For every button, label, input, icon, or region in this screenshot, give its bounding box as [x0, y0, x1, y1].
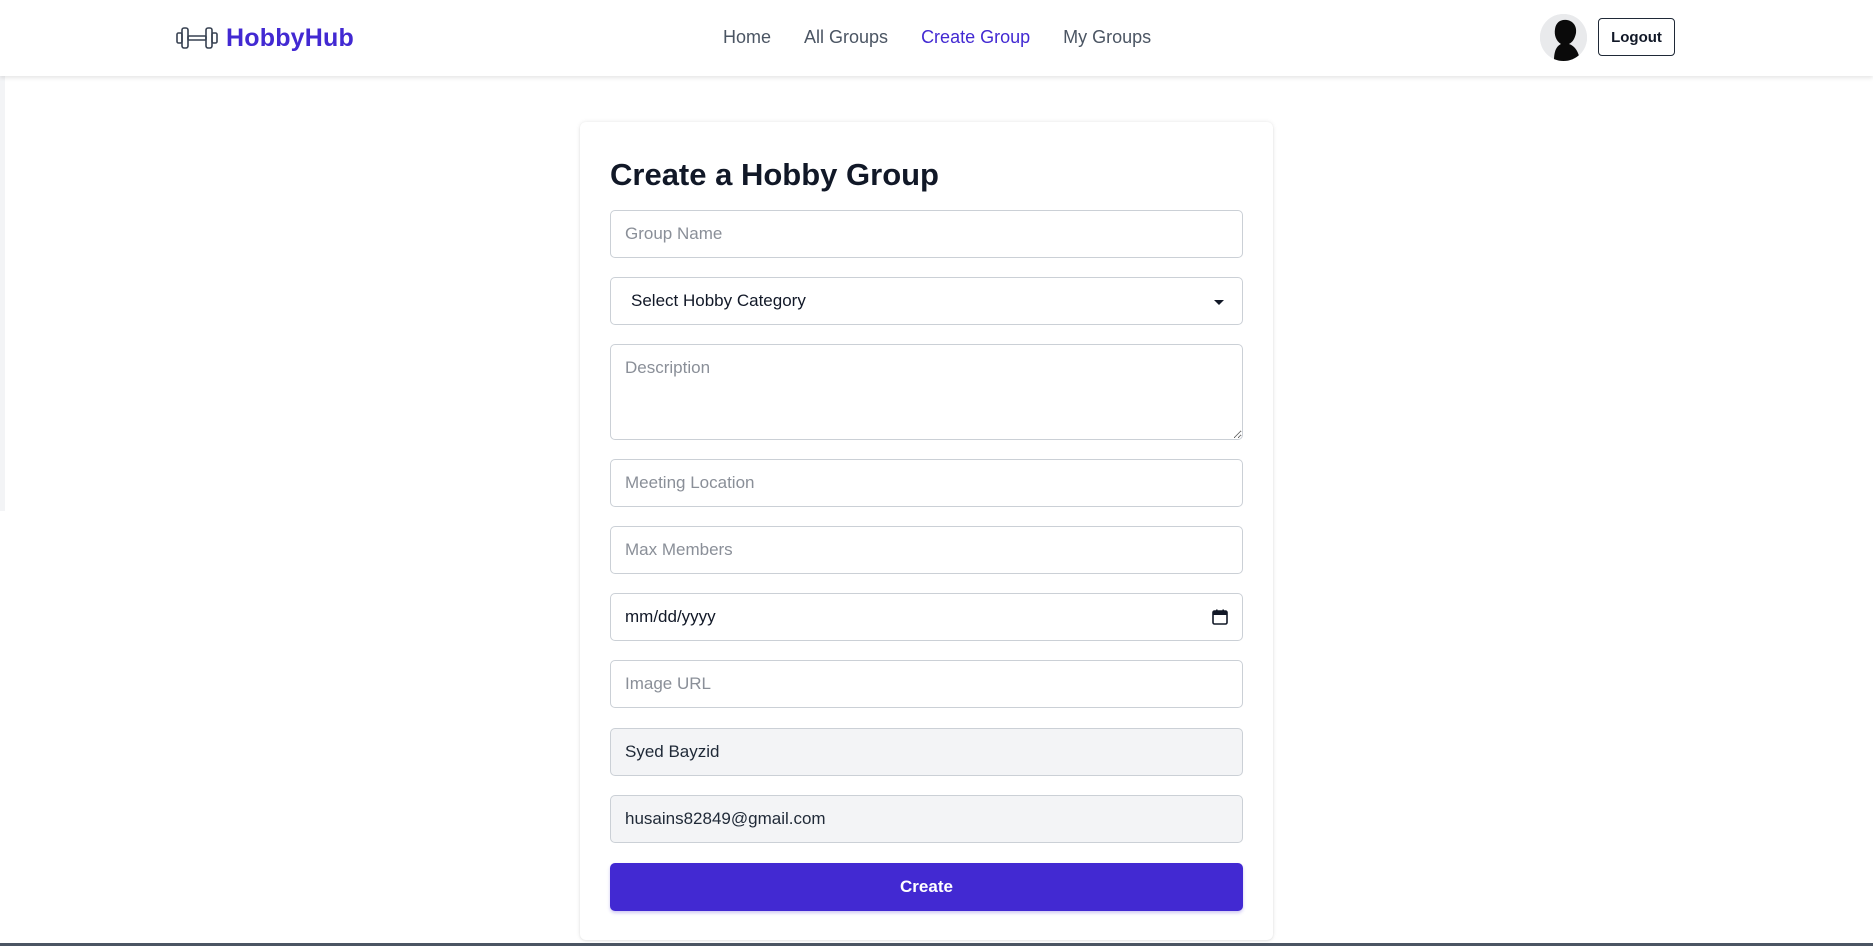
brand-logo[interactable]: HobbyHub [176, 20, 354, 56]
brand-name: HobbyHub [226, 23, 354, 52]
main-nav: Home All Groups Create Group My Groups [723, 24, 1151, 50]
page-left-edge [0, 76, 5, 511]
create-button[interactable]: Create [610, 863, 1243, 911]
hobby-category-select[interactable]: Select Hobby Category [610, 277, 1243, 325]
page-title: Create a Hobby Group [610, 157, 939, 192]
calendar-icon[interactable] [1212, 609, 1228, 625]
group-name-input[interactable] [610, 210, 1243, 258]
dumbbell-icon [176, 27, 218, 49]
meeting-location-input[interactable] [610, 459, 1243, 507]
nav-link-all-groups[interactable]: All Groups [804, 24, 888, 50]
user-silhouette-icon [1540, 14, 1587, 61]
create-group-card: Create a Hobby Group Select Hobby Catego… [580, 122, 1273, 940]
navbar: HobbyHub Home All Groups Create Group My… [0, 0, 1873, 76]
date-placeholder-text: mm/dd/yyyy [625, 607, 716, 626]
nav-link-create-group[interactable]: Create Group [921, 24, 1030, 50]
nav-link-home[interactable]: Home [723, 24, 771, 50]
caret-down-icon [1214, 300, 1224, 305]
nav-link-my-groups[interactable]: My Groups [1063, 24, 1151, 50]
image-url-input[interactable] [610, 660, 1243, 708]
user-email-field [610, 795, 1243, 843]
user-avatar[interactable] [1540, 14, 1587, 61]
logout-button[interactable]: Logout [1598, 18, 1675, 56]
max-members-input[interactable] [610, 526, 1243, 574]
description-textarea[interactable] [610, 344, 1243, 440]
user-name-field [610, 728, 1243, 776]
start-date-input[interactable]: mm/dd/yyyy [610, 593, 1243, 641]
hobby-category-selected: Select Hobby Category [631, 291, 806, 310]
